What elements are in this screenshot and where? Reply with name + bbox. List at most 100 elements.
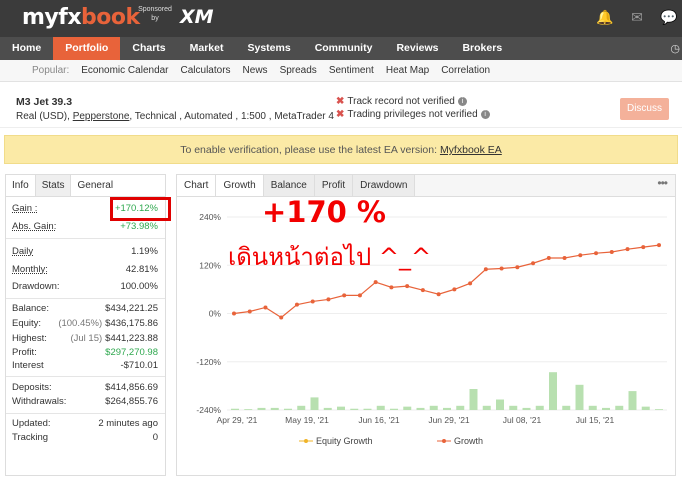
nav-reviews[interactable]: Reviews bbox=[384, 37, 450, 60]
growth-point bbox=[641, 245, 646, 250]
chat-icon[interactable]: 💬 bbox=[660, 9, 678, 26]
nav-market[interactable]: Market bbox=[178, 37, 236, 60]
volume-bar bbox=[509, 405, 518, 410]
top-bar: myfxbook Sponsored by XM 🔔 ✉ 💬 bbox=[0, 0, 682, 37]
subnav-calculators[interactable]: Calculators bbox=[181, 65, 231, 76]
tab-drawdown[interactable]: Drawdown bbox=[353, 175, 416, 196]
tab-profit[interactable]: Profit bbox=[314, 175, 354, 196]
volume-bar bbox=[416, 407, 425, 410]
growth-point bbox=[483, 267, 488, 272]
volume-bar bbox=[641, 406, 650, 410]
more-options-icon[interactable]: ••• bbox=[657, 176, 668, 190]
nav-portfolio[interactable]: Portfolio bbox=[53, 37, 121, 60]
stat-highest: Highest: (Jul 15) $441,223.88 bbox=[12, 333, 158, 344]
trading-privileges-status: ✖ Trading privileges not verified i bbox=[336, 109, 490, 120]
volume-bar bbox=[310, 397, 319, 410]
growth-point bbox=[625, 247, 630, 252]
discuss-button[interactable]: Discuss bbox=[620, 98, 669, 120]
volume-bar bbox=[350, 408, 359, 410]
volume-bar bbox=[615, 405, 624, 410]
track-record-status: ✖ Track record not verified i bbox=[336, 96, 467, 107]
stat-equity: Equity: (100.45%) $436,175.86 bbox=[12, 318, 158, 329]
subnav-sentiment[interactable]: Sentiment bbox=[329, 65, 374, 76]
system-header: M3 Jet 39.3 Real (USD), Pepperstone, Tec… bbox=[0, 90, 682, 128]
stat-profit: Profit: $297,270.98 bbox=[12, 347, 158, 358]
volume-bar bbox=[496, 399, 504, 410]
volume-bar bbox=[456, 405, 465, 410]
volume-bar bbox=[257, 407, 266, 410]
growth-point bbox=[373, 280, 378, 285]
stat-tracking: Tracking 0 bbox=[12, 432, 158, 443]
tab-info[interactable]: Info bbox=[6, 175, 35, 196]
volume-bar bbox=[363, 408, 372, 410]
growth-point bbox=[247, 309, 252, 314]
volume-bar bbox=[588, 405, 597, 410]
y-tick-label: 0% bbox=[209, 309, 222, 319]
subnav-correlation[interactable]: Correlation bbox=[441, 65, 490, 76]
tab-stats[interactable]: Stats bbox=[34, 175, 72, 196]
growth-point bbox=[389, 285, 394, 290]
nav-community[interactable]: Community bbox=[303, 37, 385, 60]
subnav-heat-map[interactable]: Heat Map bbox=[386, 65, 429, 76]
growth-point bbox=[468, 281, 473, 286]
stat-updated: Updated: 2 minutes ago bbox=[12, 418, 158, 429]
subnav-news[interactable]: News bbox=[243, 65, 268, 76]
nav-home[interactable]: Home bbox=[0, 37, 53, 60]
myfxbook-logo[interactable]: myfxbook bbox=[22, 5, 140, 30]
tab-balance[interactable]: Balance bbox=[263, 175, 315, 196]
y-tick-label: 240% bbox=[199, 212, 221, 222]
growth-point bbox=[578, 253, 583, 258]
nav-systems[interactable]: Systems bbox=[235, 37, 302, 60]
volume-bar bbox=[443, 407, 451, 410]
stats-panel: Info Stats General Gain : +170.12% Abs. G… bbox=[5, 174, 171, 476]
tab-growth[interactable]: Growth bbox=[216, 175, 264, 196]
x-tick-label: Jun 16, '21 bbox=[358, 415, 400, 425]
volume-bar bbox=[231, 408, 239, 410]
broker-link[interactable]: Pepperstone bbox=[73, 111, 130, 122]
info-icon[interactable]: i bbox=[457, 97, 467, 106]
myfxbook-ea-link[interactable]: Myfxbook EA bbox=[440, 144, 502, 156]
gain-annotation: +170 % bbox=[262, 195, 386, 229]
subnav-spreads[interactable]: Spreads bbox=[280, 65, 317, 76]
volume-bar bbox=[562, 405, 571, 410]
tab-chart[interactable]: Chart bbox=[177, 175, 217, 196]
stat-balance: Balance: $434,221.25 bbox=[12, 303, 158, 314]
growth-point bbox=[232, 311, 236, 316]
x-tick-label: Jul 08, '21 bbox=[503, 415, 542, 425]
growth-point bbox=[609, 249, 614, 254]
subnav-economic-calendar[interactable]: Economic Calendar bbox=[81, 65, 168, 76]
growth-point bbox=[562, 256, 567, 261]
xm-logo[interactable]: XM bbox=[180, 6, 214, 28]
sponsor-label: Sponsored by bbox=[138, 6, 172, 22]
y-tick-label: 120% bbox=[199, 260, 221, 270]
volume-bar bbox=[522, 407, 531, 410]
y-tick-label: -240% bbox=[196, 405, 221, 415]
cross-icon: ✖ bbox=[336, 109, 345, 120]
nav-brokers[interactable]: Brokers bbox=[450, 37, 514, 60]
growth-point bbox=[342, 293, 347, 298]
bell-icon[interactable]: 🔔 bbox=[596, 9, 614, 26]
chart-panel: Chart Growth Balance Profit Drawdown •••… bbox=[176, 174, 676, 476]
legend-growth-marker bbox=[442, 439, 446, 443]
growth-point bbox=[310, 299, 315, 304]
legend-equity-label: Equity Growth bbox=[316, 436, 373, 446]
thai-annotation: เดินหน้าต่อไป ^_^ bbox=[228, 243, 432, 271]
volume-bar bbox=[655, 409, 663, 410]
volume-bar bbox=[535, 405, 544, 410]
volume-bar bbox=[429, 405, 438, 410]
system-description: Real (USD), Pepperstone, Technical , Aut… bbox=[16, 111, 334, 122]
volume-bar bbox=[469, 389, 478, 410]
nav-charts[interactable]: Charts bbox=[120, 37, 177, 60]
volume-bar bbox=[575, 384, 584, 410]
mail-icon[interactable]: ✉ bbox=[628, 9, 646, 26]
x-tick-label: May 19, '21 bbox=[285, 415, 329, 425]
main-nav: Home Portfolio Charts Market Systems Com… bbox=[0, 37, 682, 60]
tab-general[interactable]: General bbox=[71, 175, 119, 196]
growth-point bbox=[499, 266, 504, 271]
volume-bar bbox=[602, 407, 610, 410]
clock-icon[interactable]: ◷ bbox=[670, 42, 680, 55]
info-icon[interactable]: i bbox=[480, 110, 490, 119]
volume-bar bbox=[284, 408, 292, 410]
volume-bar bbox=[244, 409, 253, 410]
gain-highlight-box bbox=[110, 197, 171, 221]
